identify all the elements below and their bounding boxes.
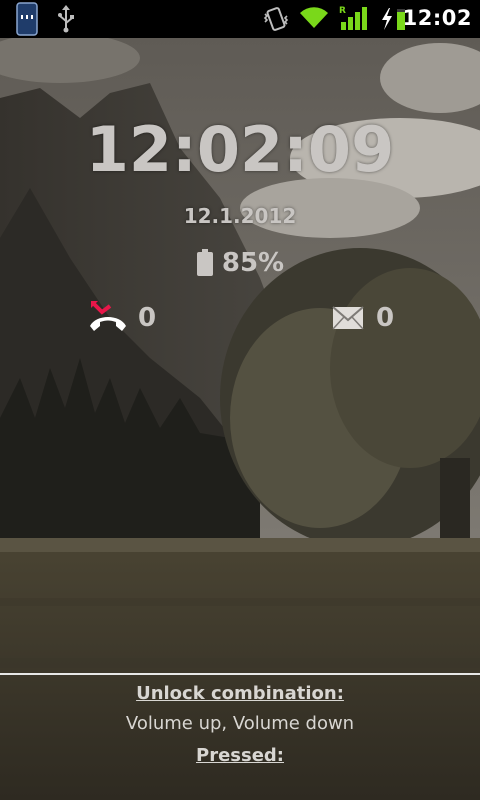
messages-count: 0: [376, 303, 395, 333]
missed-calls-indicator: 0: [88, 298, 156, 338]
battery-icon: [196, 249, 213, 276]
wifi-icon: [300, 7, 328, 29]
charging-icon: [382, 8, 392, 30]
app-notification-icon: [16, 2, 38, 36]
lockscreen: R 12:02 12:02:09 12.1.2012 85% 0 0 Unloc…: [0, 0, 480, 800]
unlock-combination-heading: Unlock combination:: [136, 683, 344, 704]
usb-icon: [58, 5, 74, 33]
messages-indicator: 0: [332, 298, 394, 338]
battery-status: 85%: [0, 248, 480, 284]
pressed-heading: Pressed:: [196, 745, 284, 766]
unlock-panel: Unlock combination: Volume up, Volume do…: [0, 675, 480, 800]
envelope-icon: [332, 306, 364, 330]
lockscreen-date: 12.1.2012: [183, 204, 297, 228]
roaming-tag: R: [339, 6, 346, 16]
missed-calls-count: 0: [138, 303, 157, 333]
signal-icon: R: [339, 6, 367, 30]
missed-call-icon: [90, 301, 126, 331]
status-bar: R 12:02: [0, 0, 480, 38]
battery-percent: 85%: [221, 248, 285, 278]
unlock-combination-text: Volume up, Volume down: [125, 713, 355, 734]
lockscreen-clock: 12:02:09: [85, 113, 395, 186]
vibrate-icon: [263, 7, 289, 31]
status-bar-time: 12:02: [402, 6, 472, 30]
